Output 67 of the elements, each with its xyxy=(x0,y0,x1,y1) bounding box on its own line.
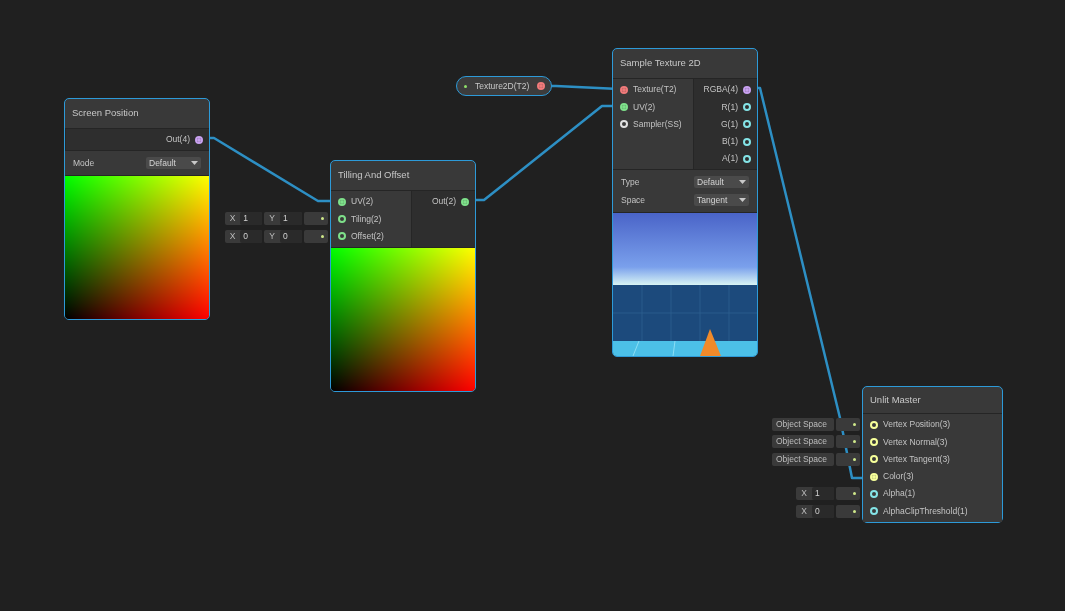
port-label: Tiling(2) xyxy=(351,212,382,226)
graph-node[interactable]: Tilling And Offset UV(2) Tiling(2) Offset(2) Out(2) xyxy=(330,160,476,392)
port-connector xyxy=(836,435,860,449)
port-connector xyxy=(836,504,860,518)
port-label: RGBA(4) xyxy=(703,83,738,96)
port-label: Offset(2) xyxy=(351,229,384,243)
port-connector xyxy=(836,452,860,466)
graph-node[interactable]: Sample Texture 2D Texture(T2) UV(2) Sampler(SS) RGBA(4) R(1) G(1) B(1) A(1) Type Default Space Tangent xyxy=(612,48,758,358)
axis-label: Y xyxy=(268,229,276,243)
dropdown-field[interactable]: Object Space xyxy=(772,435,834,449)
node-title: Unlit Master xyxy=(870,392,921,407)
port-label: Vertex Normal(3) xyxy=(883,435,948,449)
input-field[interactable]: 1 xyxy=(812,487,834,501)
input-field[interactable]: 1 xyxy=(280,212,302,226)
axis-label: X xyxy=(800,487,808,501)
port-connector xyxy=(836,487,860,501)
port-label: Out(4) xyxy=(165,133,190,146)
caret-icon xyxy=(739,180,746,185)
dropdown[interactable]: Default xyxy=(146,157,201,170)
port-label: G(1) xyxy=(721,117,738,131)
port-dot[interactable] xyxy=(461,197,469,206)
setting-label: Space xyxy=(621,194,646,207)
port-dot[interactable] xyxy=(195,135,203,144)
dropdown-field[interactable]: Object Space xyxy=(772,452,834,466)
axis-label: X xyxy=(800,504,808,518)
axis-label: X xyxy=(228,229,237,243)
setting-label: Type xyxy=(621,176,640,189)
port-label: Texture(T2) xyxy=(633,83,677,96)
port-label: A(1) xyxy=(721,152,738,166)
port-label: Sampler(SS) xyxy=(633,117,682,131)
port-label: R(1) xyxy=(721,100,738,114)
port-label: Vertex Position(3) xyxy=(883,418,951,431)
dropdown-field[interactable]: Object Space xyxy=(772,418,834,431)
port-label: AlphaClipThreshold(1) xyxy=(883,504,968,518)
graph-node[interactable]: Unlit Master Vertex Position(3) Vertex Normal(3) Vertex Tangent(3) Color(3) Alpha(1) AlphaClipThreshold(1) xyxy=(862,386,1003,523)
node-title: Tilling And Offset xyxy=(338,168,410,183)
input-field[interactable]: 0 xyxy=(812,504,834,518)
port-connector xyxy=(304,229,328,243)
input-field[interactable]: 0 xyxy=(280,229,302,243)
node-title: Sample Texture 2D xyxy=(620,56,701,71)
port-dot[interactable] xyxy=(620,85,628,94)
property-label: Texture2D(T2) xyxy=(475,79,530,93)
port-label: Vertex Tangent(3) xyxy=(883,452,950,466)
port-label: B(1) xyxy=(721,135,738,148)
port-dot[interactable] xyxy=(338,197,346,206)
setting-label: Mode xyxy=(73,156,95,170)
axis-label: Y xyxy=(268,212,276,226)
node-title: Screen Position xyxy=(72,106,139,121)
port-label: Color(3) xyxy=(883,470,914,483)
dropdown[interactable]: Default xyxy=(694,176,749,189)
dropdown[interactable]: Tangent xyxy=(694,194,749,207)
port-label: UV(2) xyxy=(633,100,656,114)
port-label: Out(2) xyxy=(431,195,456,208)
input-field[interactable]: 0 xyxy=(240,229,263,243)
port-connector xyxy=(836,418,860,431)
port-label: UV(2) xyxy=(351,195,374,208)
caret-icon xyxy=(191,161,198,166)
property-node[interactable]: Texture2D(T2) xyxy=(456,76,552,96)
graph-node[interactable]: Screen Position Out(4) Mode Default xyxy=(64,98,210,321)
port-dot[interactable] xyxy=(537,82,546,90)
input-field[interactable]: 1 xyxy=(240,212,263,226)
port-dot[interactable] xyxy=(620,102,628,111)
port-label: Alpha(1) xyxy=(883,487,916,501)
port-dot[interactable] xyxy=(743,85,751,94)
caret-icon xyxy=(739,198,746,203)
port-connector xyxy=(304,212,328,226)
axis-label: X xyxy=(228,212,237,226)
